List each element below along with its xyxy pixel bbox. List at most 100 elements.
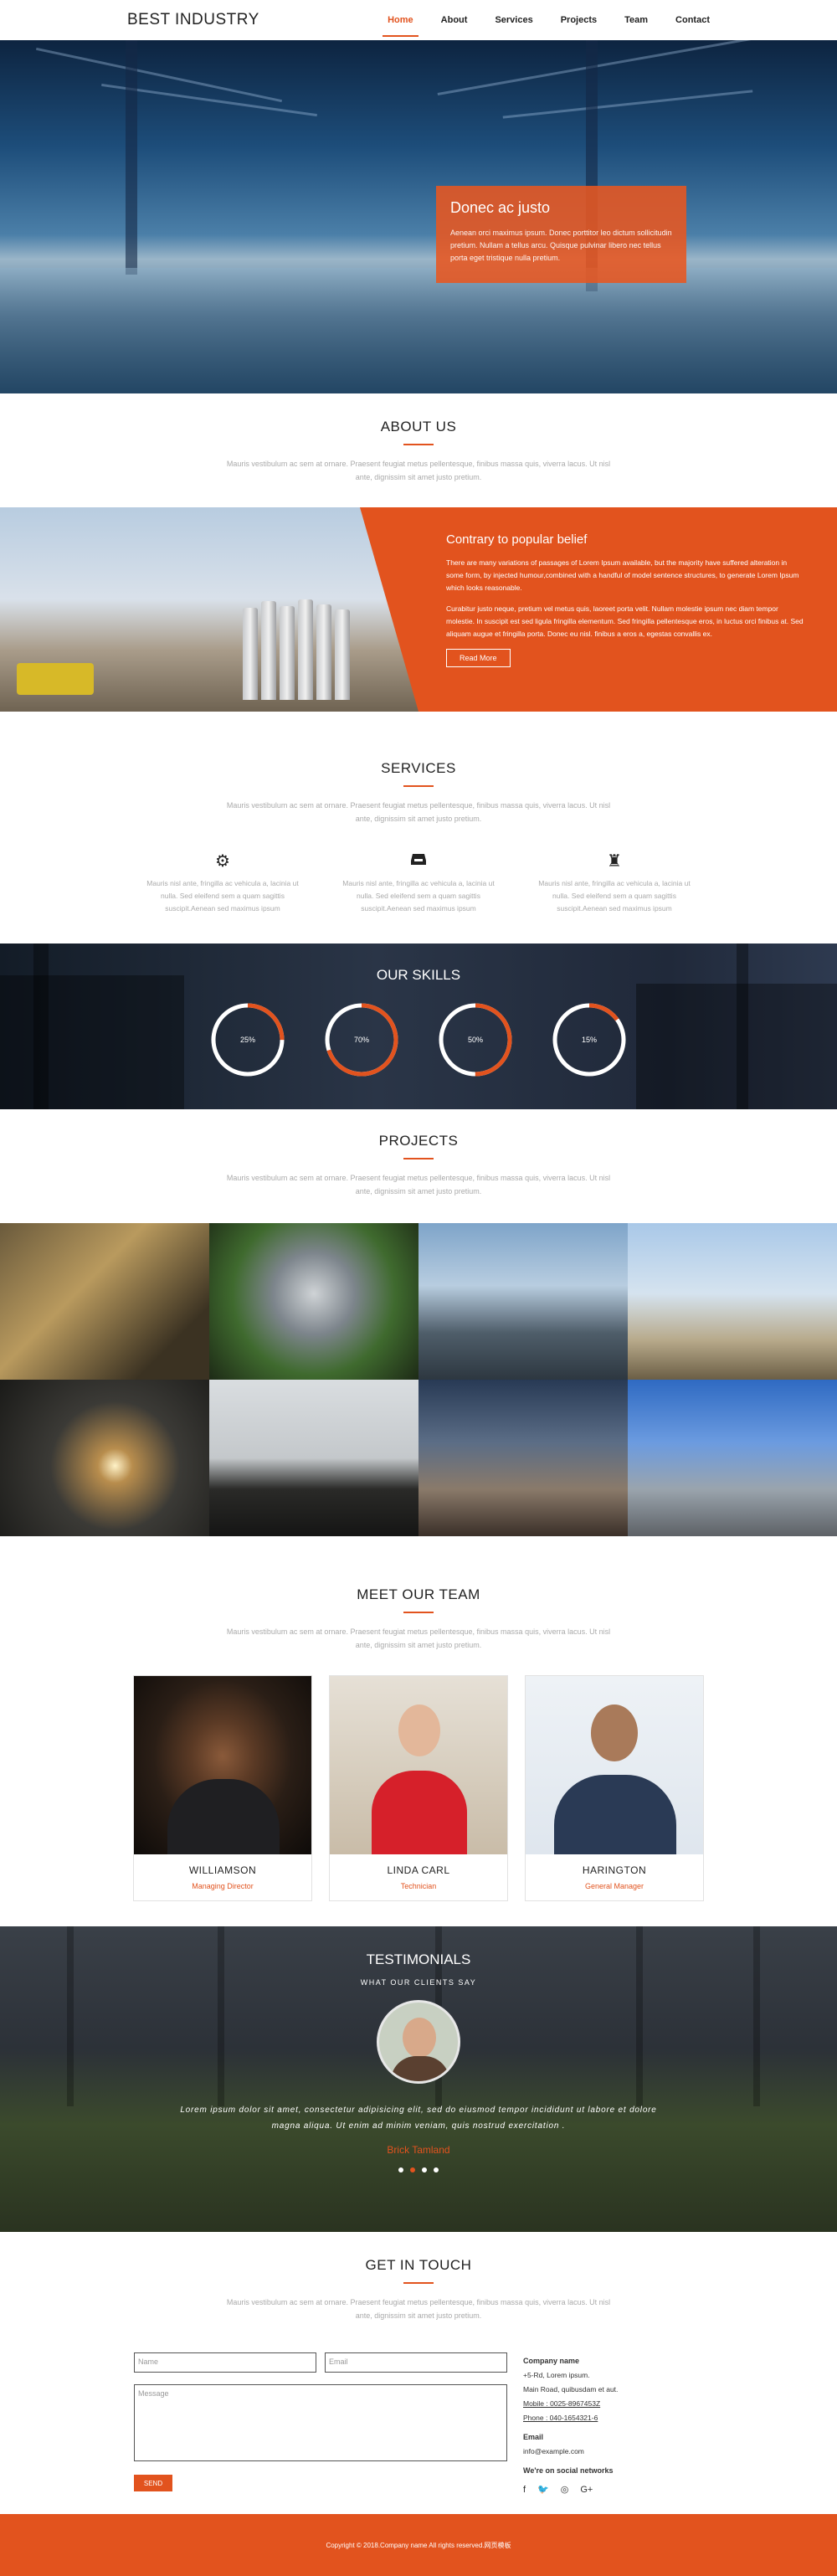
project-image[interactable] bbox=[0, 1223, 209, 1380]
member-role: Managing Director bbox=[192, 1882, 254, 1890]
about-title: ABOUT US bbox=[380, 419, 457, 434]
project-image[interactable] bbox=[418, 1380, 628, 1536]
email-field[interactable]: Email bbox=[325, 2352, 507, 2373]
send-button[interactable]: SEND bbox=[134, 2475, 172, 2491]
team-list: WILLIAMSON Managing Director LINDA CARL … bbox=[0, 1675, 837, 1901]
feature-title: Contrary to popular belief bbox=[446, 532, 588, 547]
gear-icon: ⚙ bbox=[215, 852, 230, 871]
silo bbox=[298, 599, 313, 700]
project-image[interactable] bbox=[209, 1380, 418, 1536]
member-role: Technician bbox=[400, 1882, 437, 1890]
google-plus-icon[interactable]: G+ bbox=[580, 2483, 593, 2497]
carousel-dot[interactable] bbox=[422, 2167, 427, 2172]
services-desc: Mauris vestibulum ac sem at ornare. Prae… bbox=[226, 801, 611, 823]
team-card[interactable]: LINDA CARL Technician bbox=[329, 1675, 508, 1901]
facebook-icon[interactable]: f bbox=[523, 2483, 526, 2497]
team-desc: Mauris vestibulum ac sem at ornare. Prae… bbox=[226, 1627, 611, 1649]
contact-info: Company name +5-Rd, Lorem ipsum. Main Ro… bbox=[523, 2354, 618, 2497]
feature-text: Contrary to popular belief There are man… bbox=[446, 532, 806, 667]
message-field[interactable]: Message bbox=[134, 2384, 507, 2461]
nav-projects[interactable]: Projects bbox=[561, 10, 597, 30]
inbox-icon bbox=[341, 851, 496, 872]
hero-text: Aenean orci maximus ipsum. Donec porttit… bbox=[450, 229, 672, 262]
twitter-icon[interactable]: 🐦 bbox=[537, 2483, 549, 2497]
skill-dials: 25% 70% 50% 15% bbox=[210, 1002, 627, 1077]
warehouse-pillar bbox=[126, 40, 137, 275]
quarry-photo bbox=[0, 507, 418, 712]
skill-label: 15% bbox=[581, 1036, 597, 1044]
project-image[interactable] bbox=[0, 1380, 209, 1536]
team-card[interactable]: HARINGTON General Manager bbox=[525, 1675, 704, 1901]
title-underline bbox=[403, 444, 434, 445]
site-header: BEST INDUSTRY Home About Services Projec… bbox=[0, 0, 837, 40]
project-image[interactable] bbox=[628, 1223, 837, 1380]
mobile-text: Mobile : 0025-8967453Z bbox=[523, 2399, 601, 2408]
projects-desc: Mauris vestibulum ac sem at ornare. Prae… bbox=[226, 1174, 611, 1195]
carousel-dot-active[interactable] bbox=[410, 2167, 415, 2172]
testimonial-author: Brick Tamland bbox=[387, 2144, 450, 2156]
carousel-dots bbox=[0, 2167, 837, 2172]
silo bbox=[243, 608, 258, 700]
service-text: Mauris nisl ante, fringilla ac vehicula … bbox=[538, 879, 691, 913]
projects-title: PROJECTS bbox=[378, 1133, 459, 1149]
skill-label: 50% bbox=[467, 1036, 483, 1044]
skill-dial: 50% bbox=[438, 1002, 513, 1077]
member-role: General Manager bbox=[584, 1882, 644, 1890]
testimonial-quote: Lorem ipsum dolor sit amet, consectetur … bbox=[180, 2106, 657, 2131]
contact-title: GET IN TOUCH bbox=[365, 2257, 472, 2273]
silo bbox=[280, 606, 295, 700]
nav-contact[interactable]: Contact bbox=[675, 10, 710, 30]
company-label: Company name bbox=[523, 2357, 580, 2365]
title-underline bbox=[403, 2282, 434, 2284]
skill-dial: 70% bbox=[324, 1002, 399, 1077]
site-footer: Copyright © 2018.Company name All rights… bbox=[0, 2514, 837, 2576]
feature-paragraph-1: There are many variations of passages of… bbox=[446, 558, 799, 592]
brand-logo[interactable]: BEST INDUSTRY bbox=[127, 11, 259, 29]
silo bbox=[316, 604, 331, 700]
service-text: Mauris nisl ante, fringilla ac vehicula … bbox=[342, 879, 495, 913]
carousel-dot[interactable] bbox=[434, 2167, 439, 2172]
skill-label: 25% bbox=[239, 1036, 255, 1044]
email-label: Email bbox=[523, 2433, 544, 2441]
chess-rook-icon: ♜ bbox=[607, 852, 622, 871]
project-image[interactable] bbox=[418, 1223, 628, 1380]
about-desc: Mauris vestibulum ac sem at ornare. Prae… bbox=[226, 460, 611, 481]
nav-home[interactable]: Home bbox=[383, 10, 418, 37]
skill-dial: 15% bbox=[552, 1002, 627, 1077]
ceiling-light bbox=[502, 90, 753, 119]
project-image[interactable] bbox=[628, 1380, 837, 1536]
email-address[interactable]: info@example.com bbox=[523, 2445, 618, 2459]
nav-team[interactable]: Team bbox=[624, 10, 648, 30]
service-item: ♜ Mauris nisl ante, fringilla ac vehicul… bbox=[537, 851, 691, 915]
title-underline bbox=[403, 785, 434, 787]
nav-services[interactable]: Services bbox=[495, 10, 532, 30]
team-section: MEET OUR TEAM Mauris vestibulum ac sem a… bbox=[0, 1536, 837, 1926]
name-field[interactable]: Name bbox=[134, 2352, 316, 2373]
project-image[interactable] bbox=[209, 1223, 418, 1380]
member-name: WILLIAMSON bbox=[188, 1864, 257, 1876]
skills-title: OUR SKILLS bbox=[376, 967, 461, 983]
testimonials-subtitle: WHAT OUR CLIENTS SAY bbox=[360, 1978, 477, 1987]
skills-section: OUR SKILLS 25% 70% 50% 15% bbox=[0, 944, 837, 1109]
team-title: MEET OUR TEAM bbox=[357, 1586, 480, 1602]
dribbble-icon[interactable]: ◎ bbox=[561, 2483, 569, 2497]
client-avatar bbox=[377, 2000, 460, 2084]
address-line-1: +5-Rd, Lorem ipsum. bbox=[523, 2371, 590, 2379]
service-text: Mauris nisl ante, fringilla ac vehicula … bbox=[146, 879, 299, 913]
services-title: SERVICES bbox=[381, 760, 456, 776]
read-more-button[interactable]: Read More bbox=[446, 649, 511, 667]
testimonials-section: TESTIMONIALS WHAT OUR CLIENTS SAY Lorem … bbox=[0, 1926, 837, 2232]
project-gallery bbox=[0, 1223, 837, 1536]
team-card[interactable]: WILLIAMSON Managing Director bbox=[133, 1675, 312, 1901]
testimonials-title: TESTIMONIALS bbox=[366, 1951, 471, 1967]
about-section: ABOUT US Mauris vestibulum ac sem at orn… bbox=[0, 393, 837, 507]
service-item: Mauris nisl ante, fringilla ac vehicula … bbox=[341, 851, 496, 915]
skill-dial: 25% bbox=[210, 1002, 285, 1077]
nav-about[interactable]: About bbox=[441, 10, 468, 30]
silo bbox=[335, 609, 350, 700]
contact-desc: Mauris vestibulum ac sem at ornare. Prae… bbox=[226, 2298, 611, 2320]
member-name: HARINGTON bbox=[582, 1864, 647, 1876]
silo bbox=[261, 601, 276, 700]
carousel-dot[interactable] bbox=[398, 2167, 403, 2172]
feature-band: Contrary to popular belief There are man… bbox=[0, 507, 837, 712]
